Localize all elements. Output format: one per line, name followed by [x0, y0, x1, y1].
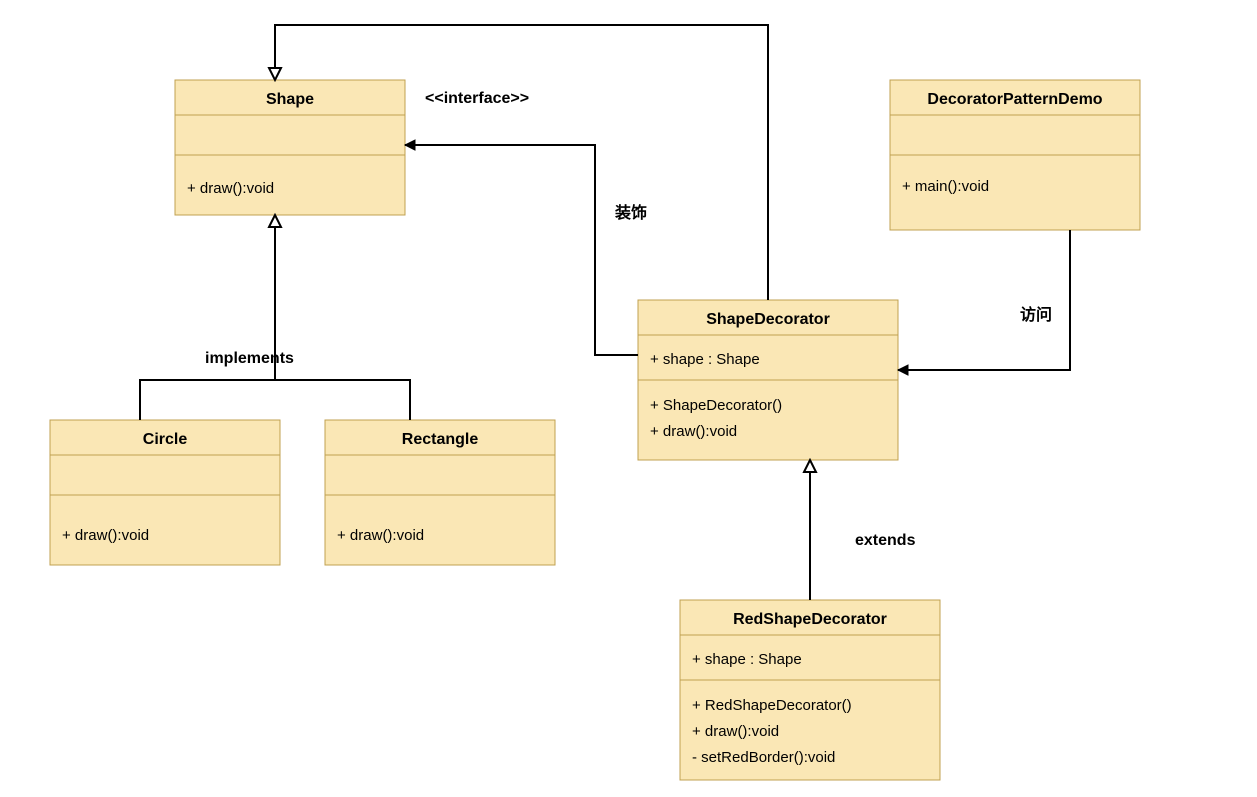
decorator-name: ShapeDecorator — [706, 311, 830, 328]
rectangle-method: + draw():void — [337, 527, 424, 544]
red-m2: + draw():void — [692, 723, 779, 740]
class-demo: DecoratorPatternDemo + main():void — [890, 80, 1140, 230]
decorator-m2: + draw():void — [650, 423, 737, 440]
circle-method: + draw():void — [62, 527, 149, 544]
circle-name: Circle — [143, 431, 188, 448]
class-shape: Shape + draw():void — [175, 80, 405, 215]
decorator-m1: + ShapeDecorator() — [650, 397, 782, 414]
red-name: RedShapeDecorator — [733, 611, 887, 628]
conn-decorator-to-shape-side — [405, 145, 638, 355]
conn-implements-branch — [140, 380, 410, 420]
demo-name: DecoratorPatternDemo — [927, 91, 1102, 108]
demo-method: + main():void — [902, 178, 989, 195]
shape-name: Shape — [266, 91, 314, 108]
shape-method: + draw():void — [187, 180, 274, 197]
class-circle: Circle + draw():void — [50, 420, 280, 565]
label-access: 访问 — [1020, 305, 1052, 324]
class-decorator: ShapeDecorator + shape : Shape + ShapeDe… — [638, 300, 898, 460]
rectangle-name: Rectangle — [402, 431, 479, 448]
class-red: RedShapeDecorator + shape : Shape + RedS… — [680, 600, 940, 780]
red-m3: - setRedBorder():void — [692, 749, 835, 766]
decorator-attr: + shape : Shape — [650, 351, 760, 368]
label-extends: extends — [855, 532, 916, 549]
red-m1: + RedShapeDecorator() — [692, 697, 852, 714]
shape-stereotype: <<interface>> — [425, 90, 529, 107]
conn-demo-to-decorator — [898, 230, 1070, 370]
label-decorates: 装饰 — [614, 203, 647, 222]
red-attr: + shape : Shape — [692, 651, 802, 668]
label-implements: implements — [205, 350, 294, 367]
class-rectangle: Rectangle + draw():void — [325, 420, 555, 565]
